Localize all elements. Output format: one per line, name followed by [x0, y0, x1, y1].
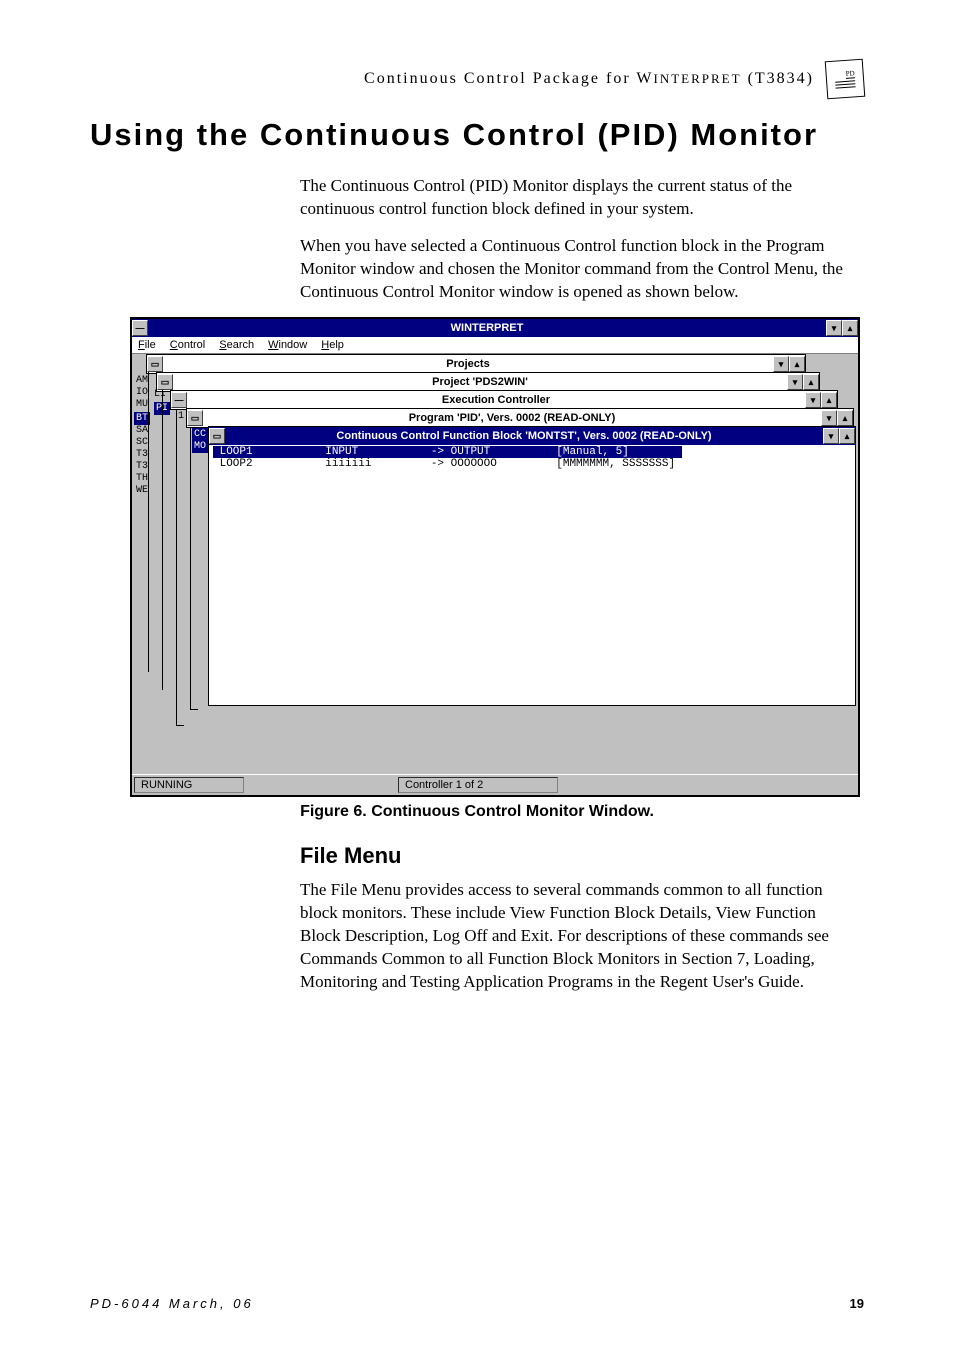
cascade-edge-4: [190, 428, 198, 710]
cascade-edge-1: [148, 372, 156, 672]
menu-help[interactable]: Help: [321, 339, 344, 351]
menu-control[interactable]: Control: [170, 339, 205, 351]
restore-button[interactable]: ▾: [787, 374, 803, 390]
maximize-button[interactable]: ▴: [837, 410, 853, 426]
cc-window: ▭ Continuous Control Function Block 'MON…: [208, 426, 856, 706]
maximize-button[interactable]: ▴: [839, 428, 855, 444]
system-menu-icon[interactable]: ▭: [147, 356, 163, 372]
app-window: — WINTERPRET ▾ ▴ File Control Search Win…: [130, 317, 860, 797]
menu-bar: File Control Search Window Help: [132, 337, 858, 354]
program-window: ▭ Program 'PID', Vers. 0002 (READ-ONLY) …: [186, 408, 854, 428]
restore-button[interactable]: ▾: [805, 392, 821, 408]
menu-window[interactable]: Window: [268, 339, 307, 351]
cc-row-selected[interactable]: LOOP1 INPUT -> OUTPUT [Manual, 5]: [213, 446, 682, 458]
cascade-edge-2: [162, 390, 170, 690]
project-window: ▭ Project 'PDS2WIN' ▾ ▴: [156, 372, 820, 392]
logo-label: PD: [845, 69, 855, 79]
page-title: Using the Continuous Control (PID) Monit…: [90, 116, 864, 155]
project-title: Project 'PDS2WIN': [173, 376, 787, 388]
minimize-button[interactable]: ▾: [826, 320, 842, 336]
section-body: The File Menu provides access to several…: [300, 879, 854, 994]
system-menu-icon[interactable]: —: [132, 320, 148, 336]
app-titlebar[interactable]: — WINTERPRET ▾ ▴: [132, 319, 858, 337]
status-controller: Controller 1 of 2: [398, 777, 558, 793]
intro-paragraph-1: The Continuous Control (PID) Monitor dis…: [300, 175, 854, 221]
program-title: Program 'PID', Vers. 0002 (READ-ONLY): [203, 412, 821, 424]
figure-caption: Figure 6. Continuous Control Monitor Win…: [90, 803, 864, 821]
maximize-button[interactable]: ▴: [821, 392, 837, 408]
projects-title: Projects: [163, 358, 773, 370]
projects-window: ▭ Projects ▾ ▴: [146, 354, 806, 374]
header-text: Continuous Control Package for WINTERPRE…: [364, 70, 814, 88]
menu-search[interactable]: Search: [219, 339, 254, 351]
status-running: RUNNING: [134, 777, 244, 793]
page-header: Continuous Control Package for WINTERPRE…: [90, 60, 864, 98]
restore-button[interactable]: ▾: [823, 428, 839, 444]
section-heading: File Menu: [300, 843, 854, 869]
exec-title: Execution Controller: [187, 394, 805, 406]
maximize-button[interactable]: ▴: [842, 320, 858, 336]
app-title: WINTERPRET: [148, 322, 826, 334]
cc-title: Continuous Control Function Block 'MONTS…: [225, 430, 823, 442]
logo-icon: PD: [825, 59, 866, 100]
system-menu-icon[interactable]: —: [171, 392, 187, 408]
menu-file[interactable]: File: [138, 339, 156, 351]
footer-page-number: 19: [850, 1296, 864, 1311]
maximize-button[interactable]: ▴: [789, 356, 805, 372]
cascade-edge-3: [176, 410, 184, 726]
system-menu-icon[interactable]: ▭: [187, 410, 203, 426]
maximize-button[interactable]: ▴: [803, 374, 819, 390]
mdi-client-area: AM IO MU BT SA SC T3 T3 TH WE ▭ Projects…: [132, 354, 858, 774]
exec-controller-window: — Execution Controller ▾ ▴: [170, 390, 838, 410]
system-menu-icon[interactable]: ▭: [209, 428, 225, 444]
restore-button[interactable]: ▾: [821, 410, 837, 426]
system-menu-icon[interactable]: ▭: [157, 374, 173, 390]
cc-body[interactable]: LOOP1 INPUT -> OUTPUT [Manual, 5] LOOP2 …: [209, 445, 855, 705]
page-footer: PD-6044 March, 06 19: [90, 1296, 864, 1311]
intro-paragraph-2: When you have selected a Continuous Cont…: [300, 235, 854, 304]
status-bar: RUNNING Controller 1 of 2: [132, 774, 858, 795]
restore-button[interactable]: ▾: [773, 356, 789, 372]
footer-left: PD-6044 March, 06: [90, 1296, 254, 1311]
